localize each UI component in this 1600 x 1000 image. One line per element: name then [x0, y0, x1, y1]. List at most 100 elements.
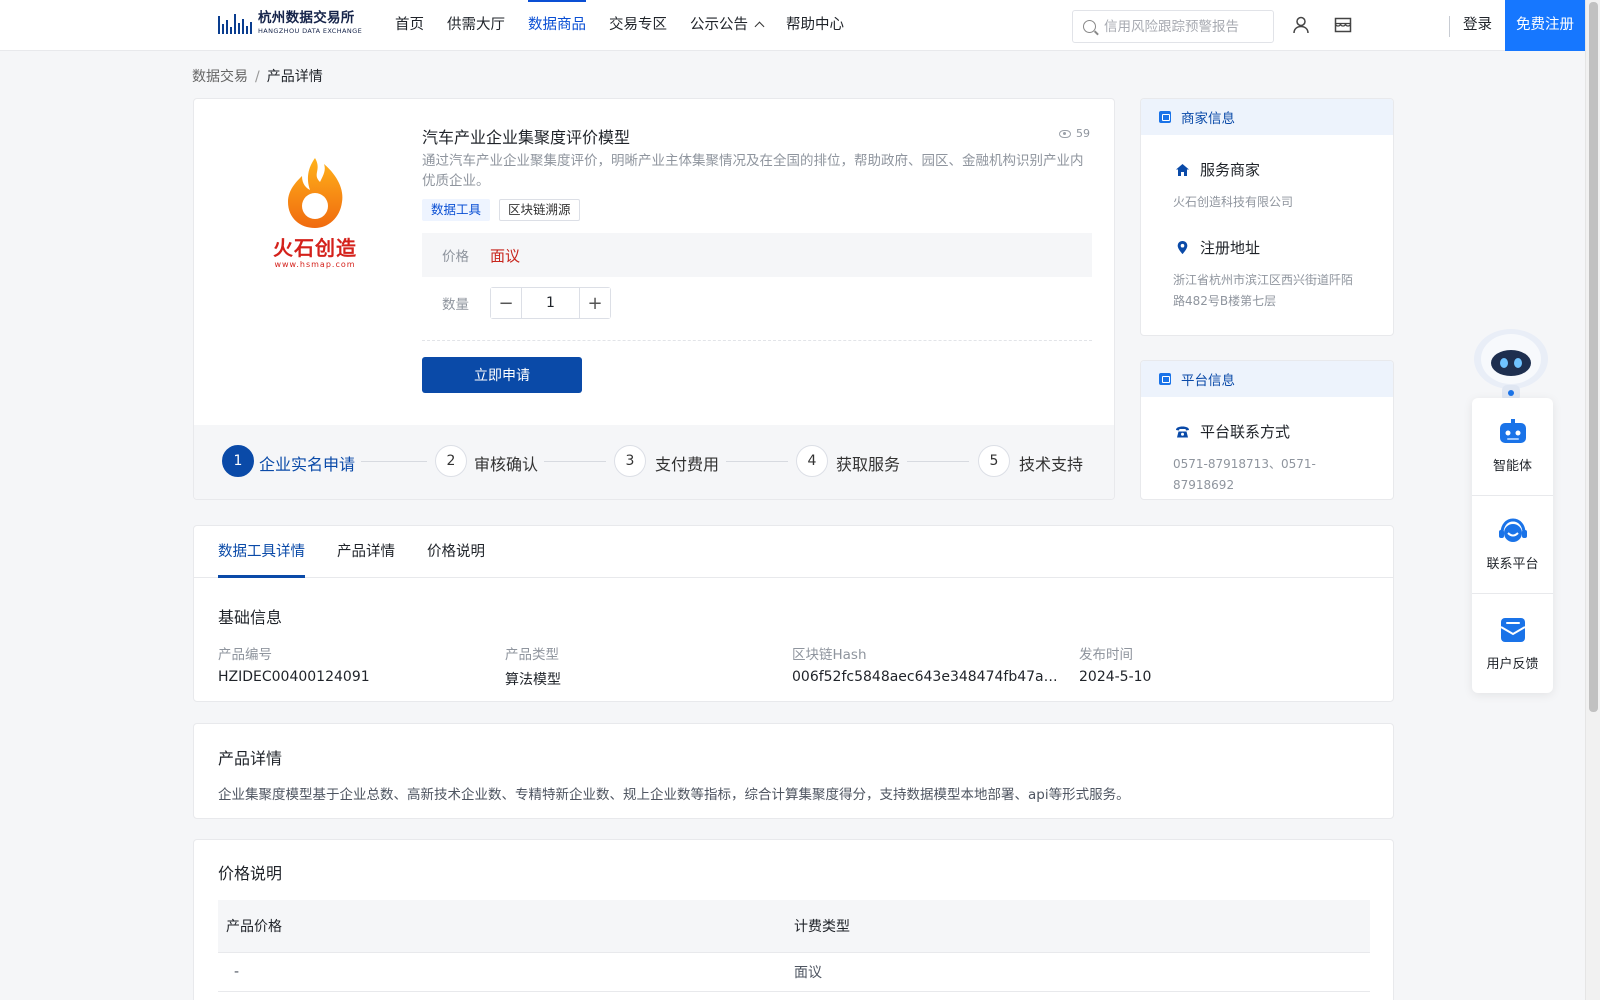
breadcrumb: 数据交易 / 产品详情	[192, 66, 323, 86]
quantity-input[interactable]	[522, 288, 579, 318]
step-3-number: 3	[614, 445, 646, 477]
basic-info-title: 基础信息	[218, 608, 283, 627]
price-table: 产品价格 计费类型 - 面议	[218, 900, 1370, 992]
tab-tool-details[interactable]: 数据工具详情	[218, 526, 305, 578]
site-logo[interactable]: 杭州数据交易所 HANGZHOU DATA EXCHANGE	[218, 10, 362, 36]
product-detail-card: 产品详情 企业集聚度模型基于企业总数、高新技术企业数、专精特新企业数、规上企业数…	[193, 723, 1394, 819]
store-icon[interactable]	[1333, 15, 1353, 35]
cell-product-price: -	[234, 964, 240, 980]
process-steps: 1 企业实名申请 2 审核确认 3 支付费用 4 获取服务 5 技术支持	[194, 425, 1114, 499]
contact-platform-button[interactable]: 联系平台	[1472, 496, 1553, 594]
eye-icon	[1059, 129, 1071, 138]
step-4-label: 获取服务	[836, 455, 901, 474]
login-link[interactable]: 登录	[1463, 0, 1492, 50]
platform-info-card: 平台信息 平台联系方式 0571-87918713、0571-87918692	[1140, 360, 1394, 500]
quantity-increase-button[interactable]: +	[579, 288, 610, 318]
quantity-row: 数量 − +	[422, 287, 611, 319]
nav-home[interactable]: 首页	[395, 0, 424, 50]
headset-icon	[1498, 518, 1527, 542]
step-connector	[726, 461, 788, 462]
search-input[interactable]	[1104, 18, 1264, 35]
price-info-title: 价格说明	[218, 864, 283, 883]
registered-address-value: 浙江省杭州市滨江区西兴街道阡陌路482号B楼第七层	[1173, 273, 1354, 308]
price-row: 价格 面议	[422, 233, 1092, 277]
cell-billing-type: 面议	[794, 965, 822, 981]
view-count: 59	[1059, 127, 1090, 140]
merchant-info-header: 商家信息	[1141, 99, 1393, 135]
nav-announcements[interactable]: 公示公告	[690, 0, 765, 50]
tool-details-card: 数据工具详情 产品详情 价格说明 基础信息 产品编号 HZIDEC0040012…	[193, 525, 1394, 702]
main-nav: 首页 供需大厅 数据商品 交易专区 公示公告 帮助中心	[395, 0, 867, 50]
price-label: 价格	[442, 249, 469, 265]
location-pin-icon	[1177, 241, 1188, 254]
step-2-number: 2	[435, 445, 467, 477]
platform-badge-icon	[1159, 373, 1171, 385]
nav-supply-demand[interactable]: 供需大厅	[447, 0, 505, 50]
breadcrumb-current: 产品详情	[266, 69, 323, 85]
price-value: 面议	[490, 246, 521, 265]
product-logo: 火石创造 www.hsmap.com	[264, 154, 366, 274]
flame-logo-icon	[288, 158, 343, 228]
step-3-label: 支付费用	[655, 455, 720, 474]
tag-data-tool[interactable]: 数据工具	[422, 199, 491, 221]
step-connector	[907, 461, 969, 462]
table-row: - 面议	[218, 952, 1370, 992]
step-1-label: 企业实名申请	[259, 455, 356, 474]
logo-name-en: HANGZHOU DATA EXCHANGE	[258, 27, 363, 35]
floating-service-panel: 智能体 联系平台 用户反馈	[1472, 398, 1553, 693]
scrollbar-thumb[interactable]	[1589, 2, 1598, 712]
register-button[interactable]: 免费注册	[1505, 0, 1585, 51]
robot-chat-icon	[1499, 419, 1526, 443]
page-scrollbar[interactable]	[1585, 0, 1600, 1000]
col-billing-type: 计费类型	[794, 919, 850, 935]
breadcrumb-separator: /	[255, 69, 260, 85]
step-4-number: 4	[796, 445, 828, 477]
home-icon	[1176, 163, 1189, 176]
nav-help-center[interactable]: 帮助中心	[786, 0, 844, 50]
step-connector	[544, 461, 606, 462]
feedback-mail-icon	[1499, 617, 1526, 642]
user-feedback-button[interactable]: 用户反馈	[1472, 594, 1553, 692]
basic-info-grid: 产品编号 HZIDEC00400124091 产品类型 算法模型 区块链Hash…	[218, 643, 1366, 689]
platform-info-header: 平台信息	[1141, 361, 1393, 397]
product-summary-card: 火石创造 www.hsmap.com 汽车产业企业集聚度评价模型 59 通过汽车…	[193, 98, 1115, 500]
step-5-number: 5	[978, 445, 1010, 477]
breadcrumb-parent[interactable]: 数据交易	[192, 69, 248, 85]
quantity-stepper: − +	[490, 287, 611, 319]
service-merchant-value: 火石创造科技有限公司	[1173, 195, 1294, 209]
nav-trade-zone[interactable]: 交易专区	[609, 0, 667, 50]
platform-contact-heading: 平台联系方式	[1141, 421, 1393, 442]
product-logo-url: www.hsmap.com	[274, 260, 356, 269]
search-box[interactable]	[1072, 10, 1274, 43]
tab-product-details[interactable]: 产品详情	[337, 526, 395, 577]
product-detail-title: 产品详情	[218, 749, 283, 768]
logo-name-cn: 杭州数据交易所	[258, 9, 355, 26]
assistant-robot-icon[interactable]	[1472, 325, 1550, 405]
search-icon	[1083, 20, 1096, 33]
info-product-code: 产品编号 HZIDEC00400124091	[218, 647, 370, 685]
registered-address-heading: 注册地址	[1141, 237, 1393, 258]
col-product-price: 产品价格	[226, 919, 282, 935]
nav-data-products[interactable]: 数据商品	[528, 0, 586, 50]
tab-price-info[interactable]: 价格说明	[427, 526, 485, 577]
info-product-type: 产品类型 算法模型	[505, 647, 561, 688]
phone-icon	[1176, 426, 1189, 437]
quantity-decrease-button[interactable]: −	[491, 288, 522, 318]
ai-agent-button[interactable]: 智能体	[1472, 398, 1553, 496]
user-icon[interactable]	[1291, 15, 1311, 35]
top-header: 杭州数据交易所 HANGZHOU DATA EXCHANGE 首页 供需大厅 数…	[0, 0, 1585, 51]
step-1-number: 1	[222, 445, 254, 477]
info-blockchain-hash: 区块链Hash 006f52fc5848aec643e348474fb47a3c…	[792, 647, 1064, 685]
info-publish-date: 发布时间 2024-5-10	[1079, 647, 1152, 685]
price-info-card: 价格说明 产品价格 计费类型 - 面议	[193, 839, 1394, 1000]
detail-tabs: 数据工具详情 产品详情 价格说明	[194, 526, 1393, 578]
product-tags: 数据工具 区块链溯源	[422, 199, 589, 221]
quantity-label: 数量	[442, 297, 469, 313]
dashed-divider	[422, 340, 1092, 341]
tag-blockchain-trace[interactable]: 区块链溯源	[499, 199, 580, 221]
logo-mark-icon	[218, 10, 254, 36]
product-title: 汽车产业企业集聚度评价模型	[422, 128, 631, 147]
product-detail-text: 企业集聚度模型基于企业总数、高新技术企业数、专精特新企业数、规上企业数等指标，综…	[218, 787, 1130, 803]
step-2-label: 审核确认	[474, 455, 539, 474]
apply-now-button[interactable]: 立即申请	[422, 357, 582, 393]
